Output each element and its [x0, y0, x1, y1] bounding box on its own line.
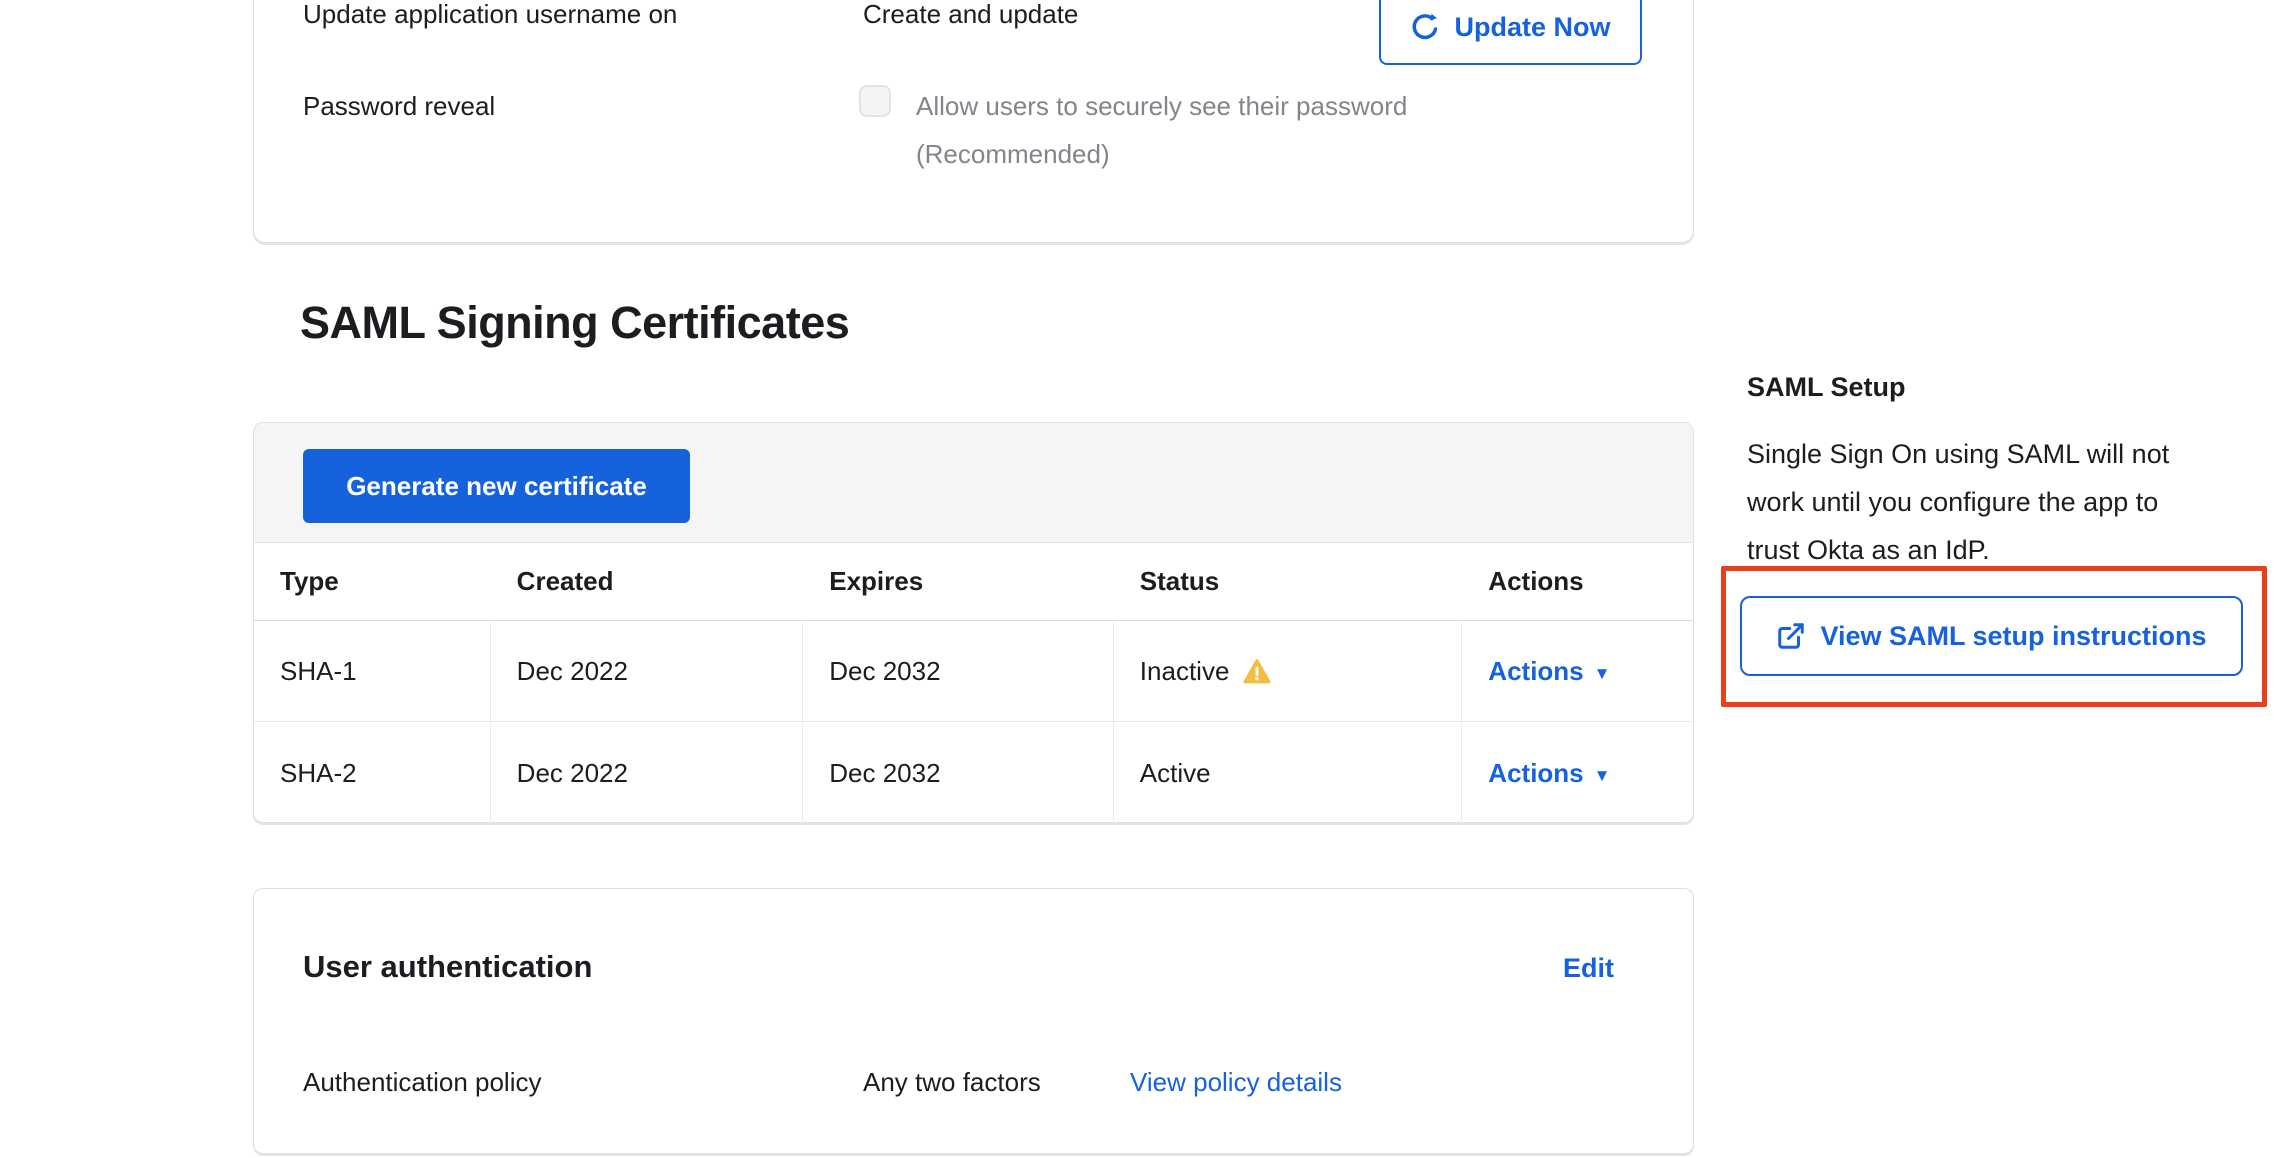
warning-icon [1243, 659, 1271, 684]
status-text: Inactive [1140, 656, 1230, 687]
page: Update application username on Create an… [0, 0, 2279, 1158]
view-saml-setup-instructions-button[interactable]: View SAML setup instructions [1740, 596, 2243, 676]
password-reveal-label: Password reveal [303, 89, 495, 123]
cell-created: Dec 2022 [491, 723, 804, 823]
user-authentication-card: User authentication Edit Authentication … [253, 888, 1694, 1154]
chevron-down-icon: ▼ [1594, 766, 1611, 785]
username-update-label: Update application username on [303, 0, 677, 31]
table-row-sha2: SHA-2 Dec 2022 Dec 2032 Active Actions ▼ [254, 723, 1693, 823]
cell-status: Active [1114, 723, 1463, 823]
auth-policy-value: Any two factors [863, 1065, 1041, 1099]
chevron-down-icon: ▼ [1594, 664, 1611, 683]
description-line: work until you configure the app to [1747, 478, 2279, 526]
description-line: trust Okta as an IdP. [1747, 526, 2279, 574]
cell-expires: Dec 2032 [803, 723, 1114, 823]
refresh-icon [1410, 12, 1440, 42]
actions-dropdown[interactable]: Actions ▼ [1488, 656, 1610, 687]
view-saml-label: View SAML setup instructions [1820, 621, 2206, 652]
cell-expires: Dec 2032 [803, 622, 1114, 722]
password-reveal-option-line1: Allow users to securely see their passwo… [916, 89, 1407, 123]
description-line: Single Sign On using SAML will not [1747, 430, 2279, 478]
generate-new-certificate-button[interactable]: Generate new certificate [303, 449, 690, 523]
password-reveal-checkbox[interactable] [859, 85, 891, 117]
column-header-expires: Expires [803, 543, 1114, 620]
section-title: SAML Signing Certificates [300, 297, 849, 349]
edit-link[interactable]: Edit [1563, 953, 1614, 984]
username-update-value: Create and update [863, 0, 1078, 31]
certificates-card-header: Generate new certificate [254, 423, 1693, 543]
saml-certificates-card: Generate new certificate Type Created Ex… [253, 422, 1694, 823]
actions-label: Actions [1488, 656, 1583, 686]
column-header-actions: Actions [1462, 543, 1693, 620]
actions-dropdown[interactable]: Actions ▼ [1488, 758, 1610, 789]
column-header-type: Type [254, 543, 491, 620]
saml-setup-title: SAML Setup [1747, 372, 1906, 403]
cell-actions: Actions ▼ [1462, 622, 1693, 722]
auth-policy-label: Authentication policy [303, 1065, 541, 1099]
table-row-sha1: SHA-1 Dec 2022 Dec 2032 Inactive Actions… [254, 622, 1693, 722]
cell-type: SHA-2 [254, 723, 491, 823]
column-header-status: Status [1114, 543, 1463, 620]
cell-created: Dec 2022 [491, 622, 804, 722]
cell-actions: Actions ▼ [1462, 723, 1693, 823]
certificates-table-header: Type Created Expires Status Actions [254, 543, 1693, 621]
column-header-created: Created [491, 543, 804, 620]
provisioning-settings-card: Update application username on Create an… [253, 0, 1694, 243]
status-text: Active [1140, 758, 1211, 789]
user-auth-title: User authentication [303, 949, 592, 985]
saml-setup-description: Single Sign On using SAML will not work … [1747, 430, 2279, 574]
external-link-icon [1776, 621, 1806, 651]
update-now-label: Update Now [1454, 12, 1610, 43]
actions-label: Actions [1488, 758, 1583, 788]
cell-status: Inactive [1114, 622, 1463, 722]
password-reveal-option-line2: (Recommended) [916, 137, 1110, 171]
cell-type: SHA-1 [254, 622, 491, 722]
view-policy-details-link[interactable]: View policy details [1130, 1065, 1342, 1099]
update-now-button[interactable]: Update Now [1379, 0, 1642, 65]
